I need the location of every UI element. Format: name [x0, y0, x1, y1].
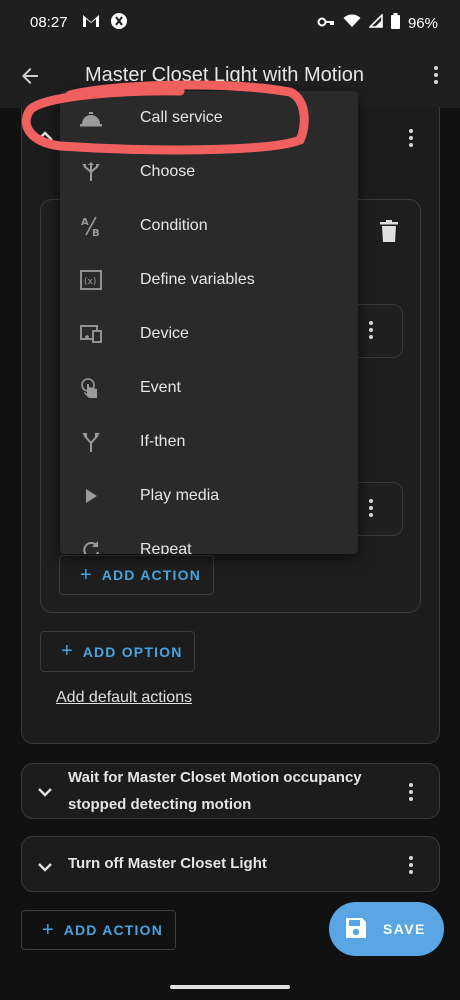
menu-item-device[interactable]: Device	[60, 307, 358, 361]
menu-item-label: Repeat	[140, 541, 192, 554]
play-icon	[79, 484, 103, 508]
add-action-button-inner[interactable]: + ADD ACTION	[59, 555, 214, 595]
menu-item-play-media[interactable]: Play media	[60, 469, 358, 523]
menu-item-label: Play media	[140, 487, 220, 504]
annotation-circle	[21, 80, 309, 155]
refresh-icon	[79, 538, 103, 554]
menu-item-if-then[interactable]: If-then	[60, 415, 358, 469]
action-card-turn-off[interactable]: Turn off Master Closet Light	[21, 836, 440, 892]
variable-icon: (x)	[79, 268, 103, 292]
devices-icon	[79, 322, 103, 346]
svg-text:B: B	[92, 228, 100, 237]
action-title-line2: stopped detecting motion	[68, 796, 252, 813]
floppy-disk-icon	[345, 917, 367, 942]
row-more-icon[interactable]	[369, 321, 373, 339]
gesture-tap-icon	[79, 376, 103, 400]
save-button[interactable]: SAVE	[329, 902, 444, 956]
plus-icon: +	[42, 918, 54, 941]
plus-icon: +	[80, 563, 92, 586]
menu-item-label: Device	[140, 325, 189, 342]
menu-item-label: Event	[140, 379, 181, 396]
action-card-wait[interactable]: Wait for Master Closet Motion occupancy …	[21, 763, 440, 819]
menu-item-label: Condition	[140, 217, 208, 234]
plus-icon: +	[61, 640, 73, 662]
add-option-button[interactable]: + ADD OPTION	[40, 631, 195, 672]
svg-text:A: A	[81, 217, 89, 228]
a-slash-b-icon: AB	[79, 214, 103, 238]
chevron-down-icon[interactable]	[37, 859, 53, 877]
add-default-actions-link[interactable]: Add default actions	[56, 689, 192, 707]
action-more-icon[interactable]	[409, 783, 413, 801]
delete-icon[interactable]	[380, 220, 398, 247]
row-more-icon[interactable]	[369, 499, 373, 517]
menu-item-condition[interactable]: AB Condition	[60, 199, 358, 253]
menu-item-repeat[interactable]: Repeat	[60, 523, 358, 554]
menu-item-label: If-then	[140, 433, 186, 450]
action-title: Turn off Master Closet Light	[68, 855, 267, 872]
action-title-line1: Wait for Master Closet Motion occupancy	[68, 769, 362, 786]
gesture-nav-handle	[170, 985, 290, 989]
menu-item-event[interactable]: Event	[60, 361, 358, 415]
action-more-icon[interactable]	[409, 856, 413, 874]
chevron-down-icon[interactable]	[37, 784, 53, 802]
add-action-button[interactable]: + ADD ACTION	[21, 910, 176, 950]
menu-item-define-variables[interactable]: (x) Define variables	[60, 253, 358, 307]
menu-item-label: Define variables	[140, 271, 255, 288]
call-split-icon	[79, 430, 103, 454]
svg-text:(x): (x)	[84, 277, 96, 287]
